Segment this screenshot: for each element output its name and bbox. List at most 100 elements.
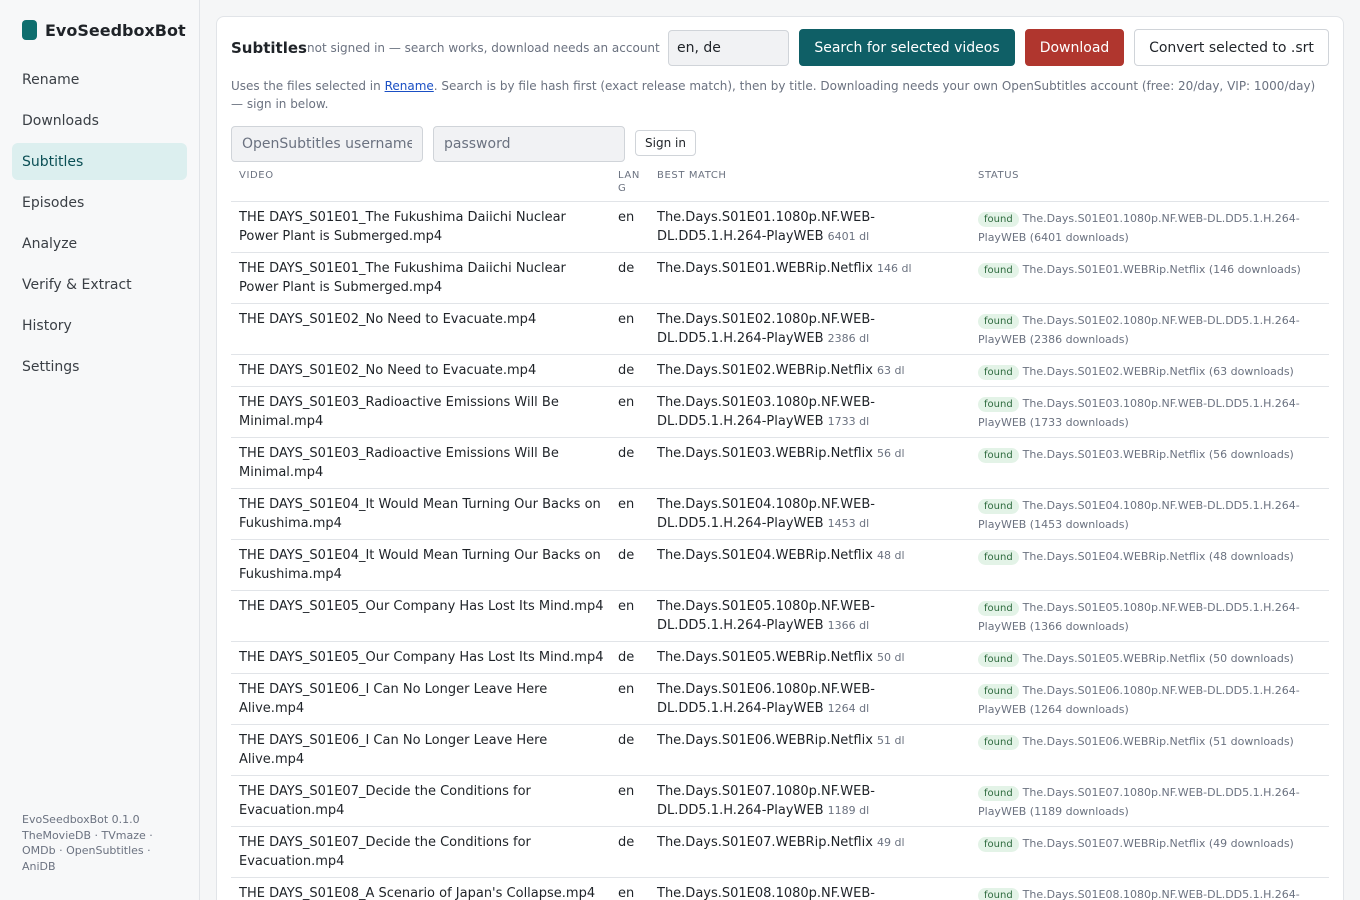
column-header-lang: LANG (618, 170, 640, 194)
status-text: The.Days.S01E07.WEBRip.Netflix (49 downl… (1022, 837, 1294, 850)
status-badge: found (978, 601, 1019, 616)
status-badge: found (978, 837, 1019, 852)
status-text: The.Days.S01E03.WEBRip.Netflix (56 downl… (1022, 448, 1294, 461)
version-footer: EvoSeedboxBot 0.1.0 TheMovieDB · TVmaze … (22, 813, 153, 874)
match-name: The.Days.S01E02.WEBRip.Netflix (657, 363, 873, 378)
video-name: THE DAYS_S01E03_Radioactive Emissions Wi… (239, 446, 559, 480)
language-code: de (618, 363, 635, 378)
status-text: The.Days.S01E01.1080p.NF.WEB-DL.DD5.1.H.… (978, 212, 1300, 244)
table-row[interactable]: THE DAYS_S01E06_I Can No Longer Leave He… (231, 674, 1329, 725)
password-input[interactable] (433, 126, 625, 162)
column-header-best-match: BEST MATCH (657, 170, 727, 181)
best-match: The.Days.S01E08.1080p.NF.WEB- (657, 884, 967, 900)
status-badge: found (978, 684, 1019, 699)
video-name: THE DAYS_S01E07_Decide the Conditions fo… (239, 784, 531, 818)
best-match: The.Days.S01E06.WEBRip.Netflix 51 dl (657, 731, 967, 750)
download-count: 1453 dl (827, 517, 870, 530)
app-logo-icon (22, 20, 37, 40)
status-text: The.Days.S01E05.WEBRip.Netflix (50 downl… (1022, 652, 1294, 665)
table-row[interactable]: THE DAYS_S01E06_I Can No Longer Leave He… (231, 725, 1329, 776)
table-row[interactable]: THE DAYS_S01E04_It Would Mean Turning Ou… (231, 540, 1329, 591)
video-name: THE DAYS_S01E06_I Can No Longer Leave He… (239, 682, 548, 716)
table-row[interactable]: THE DAYS_S01E07_Decide the Conditions fo… (231, 776, 1329, 827)
download-count: 1189 dl (827, 804, 870, 817)
download-count: 146 dl (877, 262, 912, 275)
download-count: 1264 dl (827, 702, 870, 715)
table-row[interactable]: THE DAYS_S01E03_Radioactive Emissions Wi… (231, 387, 1329, 438)
table-row[interactable]: THE DAYS_S01E05_Our Company Has Lost Its… (231, 642, 1329, 674)
convert-srt-button[interactable]: Convert selected to .srt (1134, 29, 1329, 66)
video-name: THE DAYS_S01E05_Our Company Has Lost Its… (239, 599, 604, 614)
table-row[interactable]: THE DAYS_S01E02_No Need to Evacuate.mp4 … (231, 304, 1329, 355)
sign-in-button[interactable]: Sign in (635, 130, 696, 156)
sidebar-item-rename[interactable]: Rename (12, 61, 187, 98)
status-text: The.Days.S01E07.1080p.NF.WEB-DL.DD5.1.H.… (978, 786, 1300, 818)
language-code: en (618, 497, 635, 512)
language-code: en (618, 599, 635, 614)
video-name: THE DAYS_S01E07_Decide the Conditions fo… (239, 835, 531, 869)
status-cell: found The.Days.S01E03.1080p.NF.WEB-DL.DD5… (978, 394, 1318, 432)
sidebar-item-subtitles[interactable]: Subtitles (12, 143, 187, 180)
status-cell: found The.Days.S01E05.WEBRip.Netflix (50 … (978, 649, 1318, 668)
username-input[interactable] (231, 126, 423, 162)
best-match: The.Days.S01E05.WEBRip.Netflix 50 dl (657, 648, 967, 667)
status-cell: found The.Days.S01E03.WEBRip.Netflix (56 … (978, 445, 1318, 464)
status-cell: found The.Days.S01E06.1080p.NF.WEB-DL.DD5… (978, 681, 1318, 719)
language-code: de (618, 548, 635, 563)
status-text: The.Days.S01E08.1080p.NF.WEB-DL.DD5.1.H.… (1022, 888, 1300, 900)
table-row[interactable]: THE DAYS_S01E02_No Need to Evacuate.mp4 … (231, 355, 1329, 387)
language-code: de (618, 261, 635, 276)
languages-input[interactable] (668, 30, 789, 66)
status-text: The.Days.S01E04.WEBRip.Netflix (48 downl… (1022, 550, 1294, 563)
rename-link[interactable]: Rename (385, 79, 434, 93)
language-code: en (618, 395, 635, 410)
table-row[interactable]: THE DAYS_S01E08_A Scenario of Japan's Co… (231, 878, 1329, 900)
best-match: The.Days.S01E07.1080p.NF.WEB-DL.DD5.1.H.… (657, 782, 967, 820)
status-badge: found (978, 365, 1019, 380)
match-name: The.Days.S01E05.WEBRip.Netflix (657, 650, 873, 665)
download-button[interactable]: Download (1025, 29, 1124, 66)
info-text: Uses the files selected in Rename. Searc… (231, 77, 1329, 113)
status-cell: found The.Days.S01E04.1080p.NF.WEB-DL.DD5… (978, 496, 1318, 534)
best-match: The.Days.S01E04.1080p.NF.WEB-DL.DD5.1.H.… (657, 495, 967, 533)
status-badge: found (978, 314, 1019, 329)
status-badge: found (978, 550, 1019, 565)
sidebar-item-analyze[interactable]: Analyze (12, 225, 187, 262)
table-row[interactable]: THE DAYS_S01E04_It Would Mean Turning Ou… (231, 489, 1329, 540)
sidebar-item-downloads[interactable]: Downloads (12, 102, 187, 139)
language-code: en (618, 682, 635, 697)
table-row[interactable]: THE DAYS_S01E05_Our Company Has Lost Its… (231, 591, 1329, 642)
table-row[interactable]: THE DAYS_S01E07_Decide the Conditions fo… (231, 827, 1329, 878)
match-name: The.Days.S01E04.WEBRip.Netflix (657, 548, 873, 563)
status-cell: found The.Days.S01E02.WEBRip.Netflix (63 … (978, 362, 1318, 381)
table-row[interactable]: THE DAYS_S01E01_The Fukushima Daiichi Nu… (231, 253, 1329, 304)
status-badge: found (978, 448, 1019, 463)
download-count: 50 dl (877, 651, 905, 664)
download-count: 56 dl (877, 447, 905, 460)
status-text: The.Days.S01E01.WEBRip.Netflix (146 down… (1022, 263, 1301, 276)
app-name: EvoSeedboxBot (45, 20, 186, 40)
video-name: THE DAYS_S01E04_It Would Mean Turning Ou… (239, 548, 601, 582)
status-badge: found (978, 652, 1019, 667)
sidebar-item-episodes[interactable]: Episodes (12, 184, 187, 221)
table-row[interactable]: THE DAYS_S01E01_The Fukushima Daiichi Nu… (231, 202, 1329, 253)
best-match: The.Days.S01E02.WEBRip.Netflix 63 dl (657, 361, 967, 380)
language-code: de (618, 446, 635, 461)
match-name: The.Days.S01E01.WEBRip.Netflix (657, 261, 873, 276)
brand[interactable]: EvoSeedboxBot (22, 20, 186, 40)
sidebar-nav: Rename Downloads Subtitles Episodes Anal… (12, 61, 187, 389)
status-cell: found The.Days.S01E02.1080p.NF.WEB-DL.DD5… (978, 311, 1318, 349)
download-count: 1733 dl (827, 415, 870, 428)
sidebar-item-history[interactable]: History (12, 307, 187, 344)
table-row[interactable]: THE DAYS_S01E03_Radioactive Emissions Wi… (231, 438, 1329, 489)
best-match: The.Days.S01E02.1080p.NF.WEB-DL.DD5.1.H.… (657, 310, 967, 348)
status-text: The.Days.S01E06.1080p.NF.WEB-DL.DD5.1.H.… (978, 684, 1300, 716)
video-name: THE DAYS_S01E08_A Scenario of Japan's Co… (239, 886, 596, 900)
sidebar-item-verify-extract[interactable]: Verify & Extract (12, 266, 187, 303)
match-name: The.Days.S01E08.1080p.NF.WEB- (657, 886, 875, 900)
best-match: The.Days.S01E04.WEBRip.Netflix 48 dl (657, 546, 967, 565)
sidebar-item-settings[interactable]: Settings (12, 348, 187, 385)
status-badge: found (978, 212, 1019, 227)
search-button[interactable]: Search for selected videos (799, 29, 1015, 66)
status-cell: found The.Days.S01E04.WEBRip.Netflix (48 … (978, 547, 1318, 566)
